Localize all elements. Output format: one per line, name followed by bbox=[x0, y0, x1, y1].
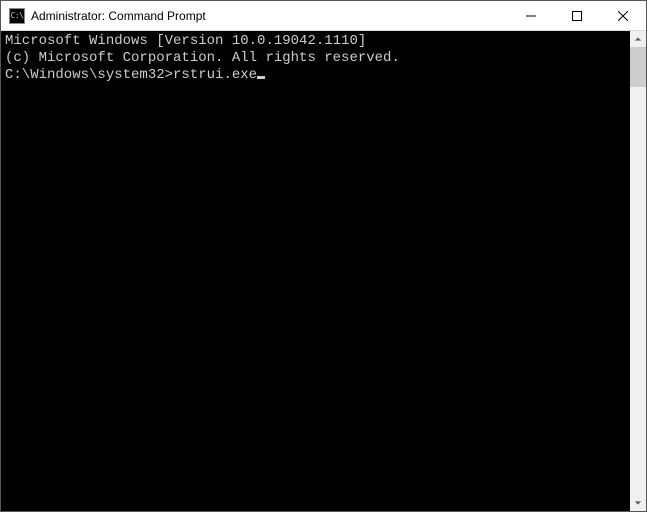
minimize-icon bbox=[526, 11, 536, 21]
maximize-icon bbox=[572, 11, 582, 21]
maximize-button[interactable] bbox=[554, 1, 600, 30]
minimize-button[interactable] bbox=[508, 1, 554, 30]
copyright-line: (c) Microsoft Corporation. All rights re… bbox=[5, 50, 626, 67]
prompt-text: C:\Windows\system32> bbox=[5, 67, 173, 84]
window-controls bbox=[508, 1, 646, 30]
cursor bbox=[257, 76, 265, 79]
close-button[interactable] bbox=[600, 1, 646, 30]
scrollbar-thumb[interactable] bbox=[630, 47, 646, 87]
command-prompt-window: C:\ Administrator: Command Prompt bbox=[0, 0, 647, 512]
version-line: Microsoft Windows [Version 10.0.19042.11… bbox=[5, 33, 626, 50]
vertical-scrollbar[interactable] bbox=[630, 31, 646, 511]
close-icon bbox=[618, 11, 628, 21]
cmd-icon: C:\ bbox=[9, 8, 25, 24]
titlebar[interactable]: C:\ Administrator: Command Prompt bbox=[1, 1, 646, 31]
window-title: Administrator: Command Prompt bbox=[31, 9, 508, 23]
scrollbar-track[interactable] bbox=[630, 47, 646, 495]
content-area: Microsoft Windows [Version 10.0.19042.11… bbox=[1, 31, 646, 511]
chevron-down-icon bbox=[634, 499, 642, 507]
cmd-icon-text: C:\ bbox=[11, 11, 24, 20]
prompt-line: C:\Windows\system32>rstrui.exe bbox=[5, 67, 626, 84]
scrollbar-down-button[interactable] bbox=[630, 495, 646, 511]
command-input[interactable]: rstrui.exe bbox=[173, 67, 257, 84]
chevron-up-icon bbox=[634, 35, 642, 43]
terminal-output[interactable]: Microsoft Windows [Version 10.0.19042.11… bbox=[1, 31, 630, 511]
scrollbar-up-button[interactable] bbox=[630, 31, 646, 47]
